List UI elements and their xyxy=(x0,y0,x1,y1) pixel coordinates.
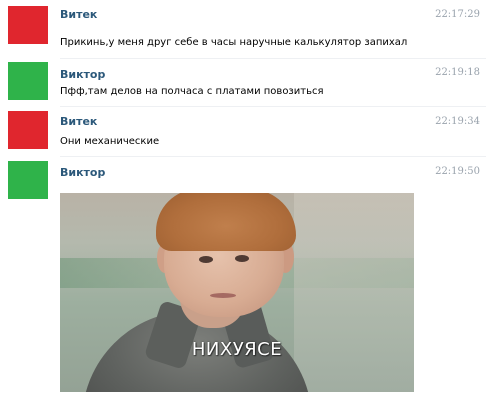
message-author-link[interactable]: Виктор xyxy=(60,166,105,180)
photo-eye-left xyxy=(199,256,213,263)
avatar[interactable] xyxy=(8,62,48,100)
message-timestamp[interactable]: 22:19:18 xyxy=(435,67,480,79)
message-divider xyxy=(60,106,486,107)
message-item: Виктор 22:19:18 Пфф,там делов на полчаса… xyxy=(0,62,500,112)
avatar[interactable] xyxy=(8,6,48,44)
message-timestamp[interactable]: 22:19:34 xyxy=(435,116,480,128)
message-item: Витек 22:17:29 Прикинь,у меня друг себе … xyxy=(0,6,500,56)
photo-eye-right xyxy=(235,255,249,262)
message-item: Витек 22:19:34 Они механические xyxy=(0,111,500,159)
photo-background-right xyxy=(294,193,414,392)
message-timestamp[interactable]: 22:17:29 xyxy=(435,9,480,21)
message-text: Пфф,там делов на полчаса с платами повоз… xyxy=(60,86,324,97)
photo-hair xyxy=(156,193,296,251)
message-author-link[interactable]: Витек xyxy=(60,115,97,129)
message-text: Они механические xyxy=(60,136,160,147)
message-timestamp[interactable]: 22:19:50 xyxy=(435,166,480,178)
photo-mouth xyxy=(210,293,236,298)
photo-attachment[interactable]: НИХУЯСЕ xyxy=(60,193,414,392)
message-author-link[interactable]: Витек xyxy=(60,8,97,22)
message-text: Прикинь,у меня друг себе в часы наручные… xyxy=(60,37,408,48)
photo-caption: НИХУЯСЕ xyxy=(191,339,283,360)
message-author-link[interactable]: Виктор xyxy=(60,68,105,82)
avatar[interactable] xyxy=(8,111,48,149)
message-divider xyxy=(60,156,486,157)
avatar[interactable] xyxy=(8,161,48,199)
message-divider xyxy=(60,58,486,59)
